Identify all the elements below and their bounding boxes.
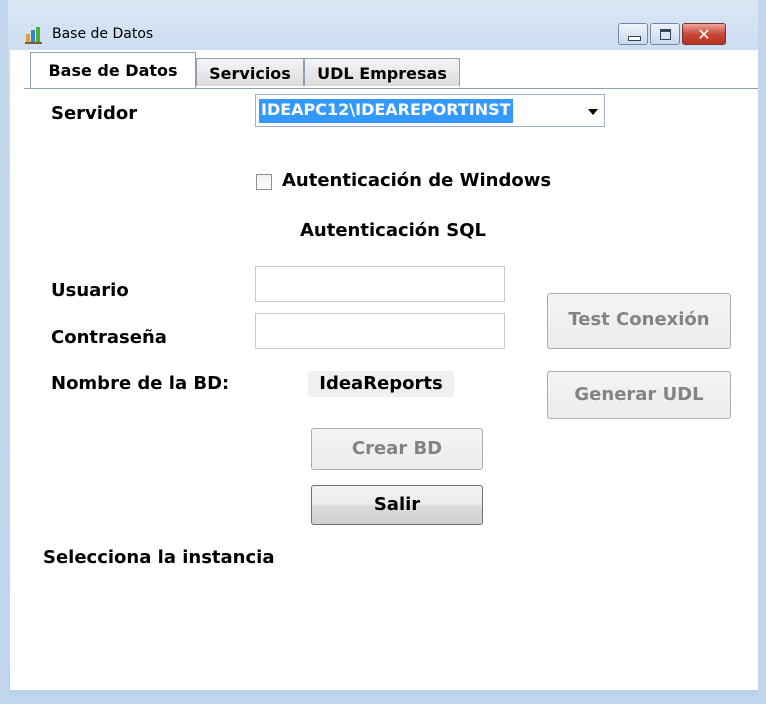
bd-name-value: IdeaReports	[308, 371, 454, 397]
close-icon: ✕	[697, 25, 711, 44]
crear-bd-button[interactable]: Crear BD	[311, 428, 483, 470]
servidor-label: Servidor	[51, 103, 138, 124]
sql-auth-heading: Autenticación SQL	[300, 220, 486, 241]
test-conexion-button[interactable]: Test Conexión	[547, 293, 731, 349]
database-chart-icon	[25, 27, 42, 44]
password-label: Contraseña	[51, 327, 167, 348]
app-window: Base de Datos ✕ Servicios UDL Empresas B…	[0, 0, 766, 704]
maximize-button[interactable]	[650, 23, 680, 45]
generar-udl-button[interactable]: Generar UDL	[547, 371, 731, 419]
client-area: Servicios UDL Empresas Base de Datos Ser…	[10, 50, 758, 690]
password-input[interactable]	[255, 313, 505, 349]
minimize-button[interactable]	[618, 23, 648, 45]
status-message: Selecciona la instancia	[43, 547, 275, 568]
usuario-input[interactable]	[255, 266, 505, 302]
servidor-select[interactable]: IDEAPC12\IDEAREPORTINST	[255, 94, 605, 127]
tab-udl-empresas[interactable]: UDL Empresas	[304, 58, 460, 86]
close-button[interactable]: ✕	[682, 23, 726, 45]
bd-name-label: Nombre de la BD:	[51, 373, 230, 394]
chevron-down-icon[interactable]	[588, 109, 598, 115]
servidor-value: IDEAPC12\IDEAREPORTINST	[259, 99, 513, 123]
salir-button[interactable]: Salir	[311, 485, 483, 525]
windows-auth-checkbox[interactable]	[256, 174, 272, 190]
tab-base-de-datos[interactable]: Base de Datos	[30, 52, 196, 88]
title-bar[interactable]: Base de Datos ✕	[8, 0, 758, 50]
usuario-label: Usuario	[51, 280, 129, 301]
window-title: Base de Datos	[52, 26, 154, 42]
windows-auth-label[interactable]: Autenticación de Windows	[282, 170, 551, 191]
tab-servicios[interactable]: Servicios	[196, 58, 304, 86]
tab-strip: Servicios UDL Empresas Base de Datos	[10, 50, 758, 89]
tab-divider	[24, 88, 758, 89]
